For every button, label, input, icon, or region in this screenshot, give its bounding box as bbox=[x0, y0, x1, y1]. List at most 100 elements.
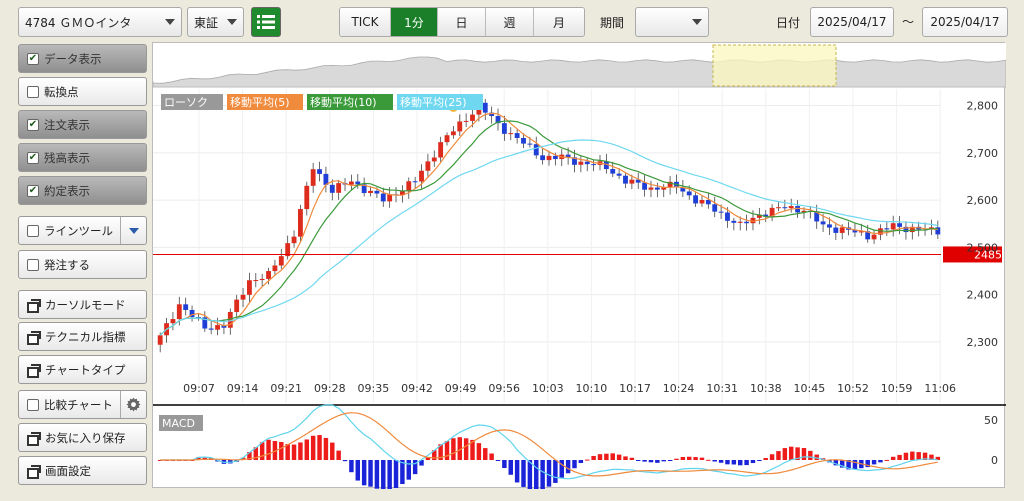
checkbox-icon bbox=[27, 258, 39, 271]
candle-body bbox=[450, 131, 456, 136]
macd-histogram-bar bbox=[910, 451, 915, 460]
range-navigator[interactable] bbox=[152, 43, 1007, 88]
candle-body bbox=[431, 157, 437, 162]
macd-histogram-bar bbox=[686, 456, 692, 460]
macd-histogram-bar bbox=[591, 455, 596, 460]
screen-settings-button[interactable]: 画面設定 bbox=[18, 456, 147, 485]
macd-histogram-bar bbox=[801, 448, 807, 460]
candle-body bbox=[419, 170, 424, 182]
checkbox-icon bbox=[27, 85, 39, 98]
candle-body bbox=[776, 207, 781, 209]
candle-body bbox=[272, 265, 278, 272]
time-tick-label: 10:10 bbox=[576, 382, 608, 395]
price-tick-label: 2,800 bbox=[967, 100, 999, 113]
candle-body bbox=[240, 294, 246, 300]
time-tick-label: 09:35 bbox=[358, 382, 390, 395]
order-display-toggle[interactable]: ✔ 注文表示 bbox=[18, 110, 147, 139]
macd-histogram-bar bbox=[342, 460, 348, 462]
compare-chart-toggle[interactable]: 比較チャート bbox=[18, 390, 147, 419]
macd-histogram-bar bbox=[279, 441, 284, 460]
cursor-mode-button[interactable]: カーソルモード bbox=[18, 290, 147, 319]
candle-body bbox=[616, 173, 622, 176]
candle-body bbox=[533, 144, 539, 156]
legend-label: ローソク bbox=[164, 96, 208, 109]
favorite-save-button[interactable]: お気に入り保存 bbox=[18, 423, 147, 452]
macd-histogram-bar bbox=[298, 442, 303, 460]
time-tick-label: 09:28 bbox=[314, 382, 346, 395]
candle-body bbox=[788, 206, 794, 209]
market-select-value: 東証 bbox=[194, 15, 219, 30]
candle-body bbox=[278, 256, 284, 266]
macd-histogram-bar bbox=[808, 450, 813, 460]
candle-body bbox=[540, 155, 546, 161]
technical-indicator-button[interactable]: テクニカル指標 bbox=[18, 322, 147, 351]
candle-body bbox=[215, 325, 220, 330]
time-axis: 09:07 09:14 09:21 09:28 09:35 09:42 09:49 09:56… bbox=[183, 382, 956, 395]
time-tick-label: 09:21 bbox=[270, 382, 302, 395]
candle-body bbox=[176, 304, 182, 320]
tab-day[interactable]: 日 bbox=[438, 8, 486, 36]
balance-display-toggle[interactable]: ✔ 残高表示 bbox=[18, 143, 147, 172]
checkbox-checked-icon: ✔ bbox=[27, 184, 39, 197]
tab-tick[interactable]: TICK bbox=[340, 8, 391, 36]
macd-histogram-bar bbox=[349, 460, 354, 473]
candle-body bbox=[642, 182, 648, 190]
checkbox-checked-icon: ✔ bbox=[27, 52, 39, 65]
window-icon bbox=[27, 299, 41, 313]
turning-point-toggle[interactable]: 転換点 bbox=[18, 77, 147, 106]
chart-type-button[interactable]: チャートタイプ bbox=[18, 355, 147, 384]
compare-chart-settings-button[interactable] bbox=[120, 391, 146, 418]
period-select[interactable] bbox=[635, 7, 709, 37]
navigator-selection[interactable] bbox=[712, 44, 837, 87]
chevron-down-icon bbox=[165, 19, 175, 25]
price-chart[interactable]: 2485 2,3002,4002,5002,6002,7002,800 09:0… bbox=[152, 43, 1007, 491]
line-tool-toggle[interactable]: ラインツール bbox=[18, 216, 147, 245]
execution-display-toggle[interactable]: ✔ 約定表示 bbox=[18, 176, 147, 205]
macd-histogram-bar bbox=[890, 456, 896, 460]
market-select[interactable]: 東証 bbox=[187, 7, 244, 37]
data-display-toggle[interactable]: ✔ データ表示 bbox=[18, 44, 147, 73]
candle-body bbox=[897, 223, 902, 227]
legend-label: 移動平均(25) bbox=[400, 95, 467, 109]
macd-histogram-bar bbox=[502, 460, 507, 469]
list-view-button[interactable] bbox=[251, 7, 281, 37]
window-icon bbox=[27, 364, 41, 378]
macd-histogram-bar bbox=[259, 442, 265, 460]
time-tick-label: 10:24 bbox=[663, 382, 695, 395]
place-order-toggle[interactable]: 発注する bbox=[18, 250, 147, 279]
candle-body bbox=[508, 133, 514, 135]
date-from-field[interactable]: 2025/04/17 bbox=[810, 7, 894, 37]
macd-pane: MACD 0 50 bbox=[157, 404, 998, 491]
tab-week[interactable]: 週 bbox=[486, 8, 534, 36]
candle-body bbox=[725, 212, 730, 221]
macd-histogram-bar bbox=[731, 460, 737, 465]
candle-body bbox=[718, 211, 724, 213]
date-to-field[interactable]: 2025/04/17 bbox=[922, 7, 1008, 37]
candle-body bbox=[368, 190, 373, 194]
window-icon bbox=[27, 465, 41, 479]
tab-month[interactable]: 月 bbox=[534, 8, 584, 36]
candle-body bbox=[820, 221, 826, 225]
line-tool-dropdown[interactable] bbox=[120, 217, 146, 244]
macd-histogram-bar bbox=[330, 442, 335, 460]
candle-body bbox=[374, 190, 380, 194]
macd-histogram-bar bbox=[444, 441, 450, 460]
list-icon bbox=[257, 15, 275, 29]
macd-histogram-bar bbox=[508, 460, 513, 475]
macd-histogram-bar bbox=[661, 460, 666, 462]
macd-histogram-bar bbox=[374, 460, 380, 489]
candle-body bbox=[521, 137, 526, 144]
tab-1min[interactable]: 1分 bbox=[391, 8, 438, 36]
screen-settings-label: 画面設定 bbox=[45, 463, 91, 478]
chart-panel[interactable]: 2485 2,300 2,400 2,500 2,600 2,700 2,800 09:0… bbox=[152, 42, 1007, 491]
candle-body bbox=[654, 187, 660, 190]
macd-histogram-bar bbox=[540, 460, 545, 490]
candle-body bbox=[699, 199, 705, 204]
macd-histogram-bar bbox=[763, 458, 768, 460]
stock-select[interactable]: 4784 ＧＭＯインタ bbox=[18, 7, 182, 37]
checkbox-icon bbox=[27, 224, 39, 237]
macd-histogram-bar bbox=[757, 460, 762, 462]
macd-histogram-bar bbox=[553, 460, 558, 483]
candle-body bbox=[406, 181, 412, 192]
candle-body bbox=[317, 169, 322, 174]
